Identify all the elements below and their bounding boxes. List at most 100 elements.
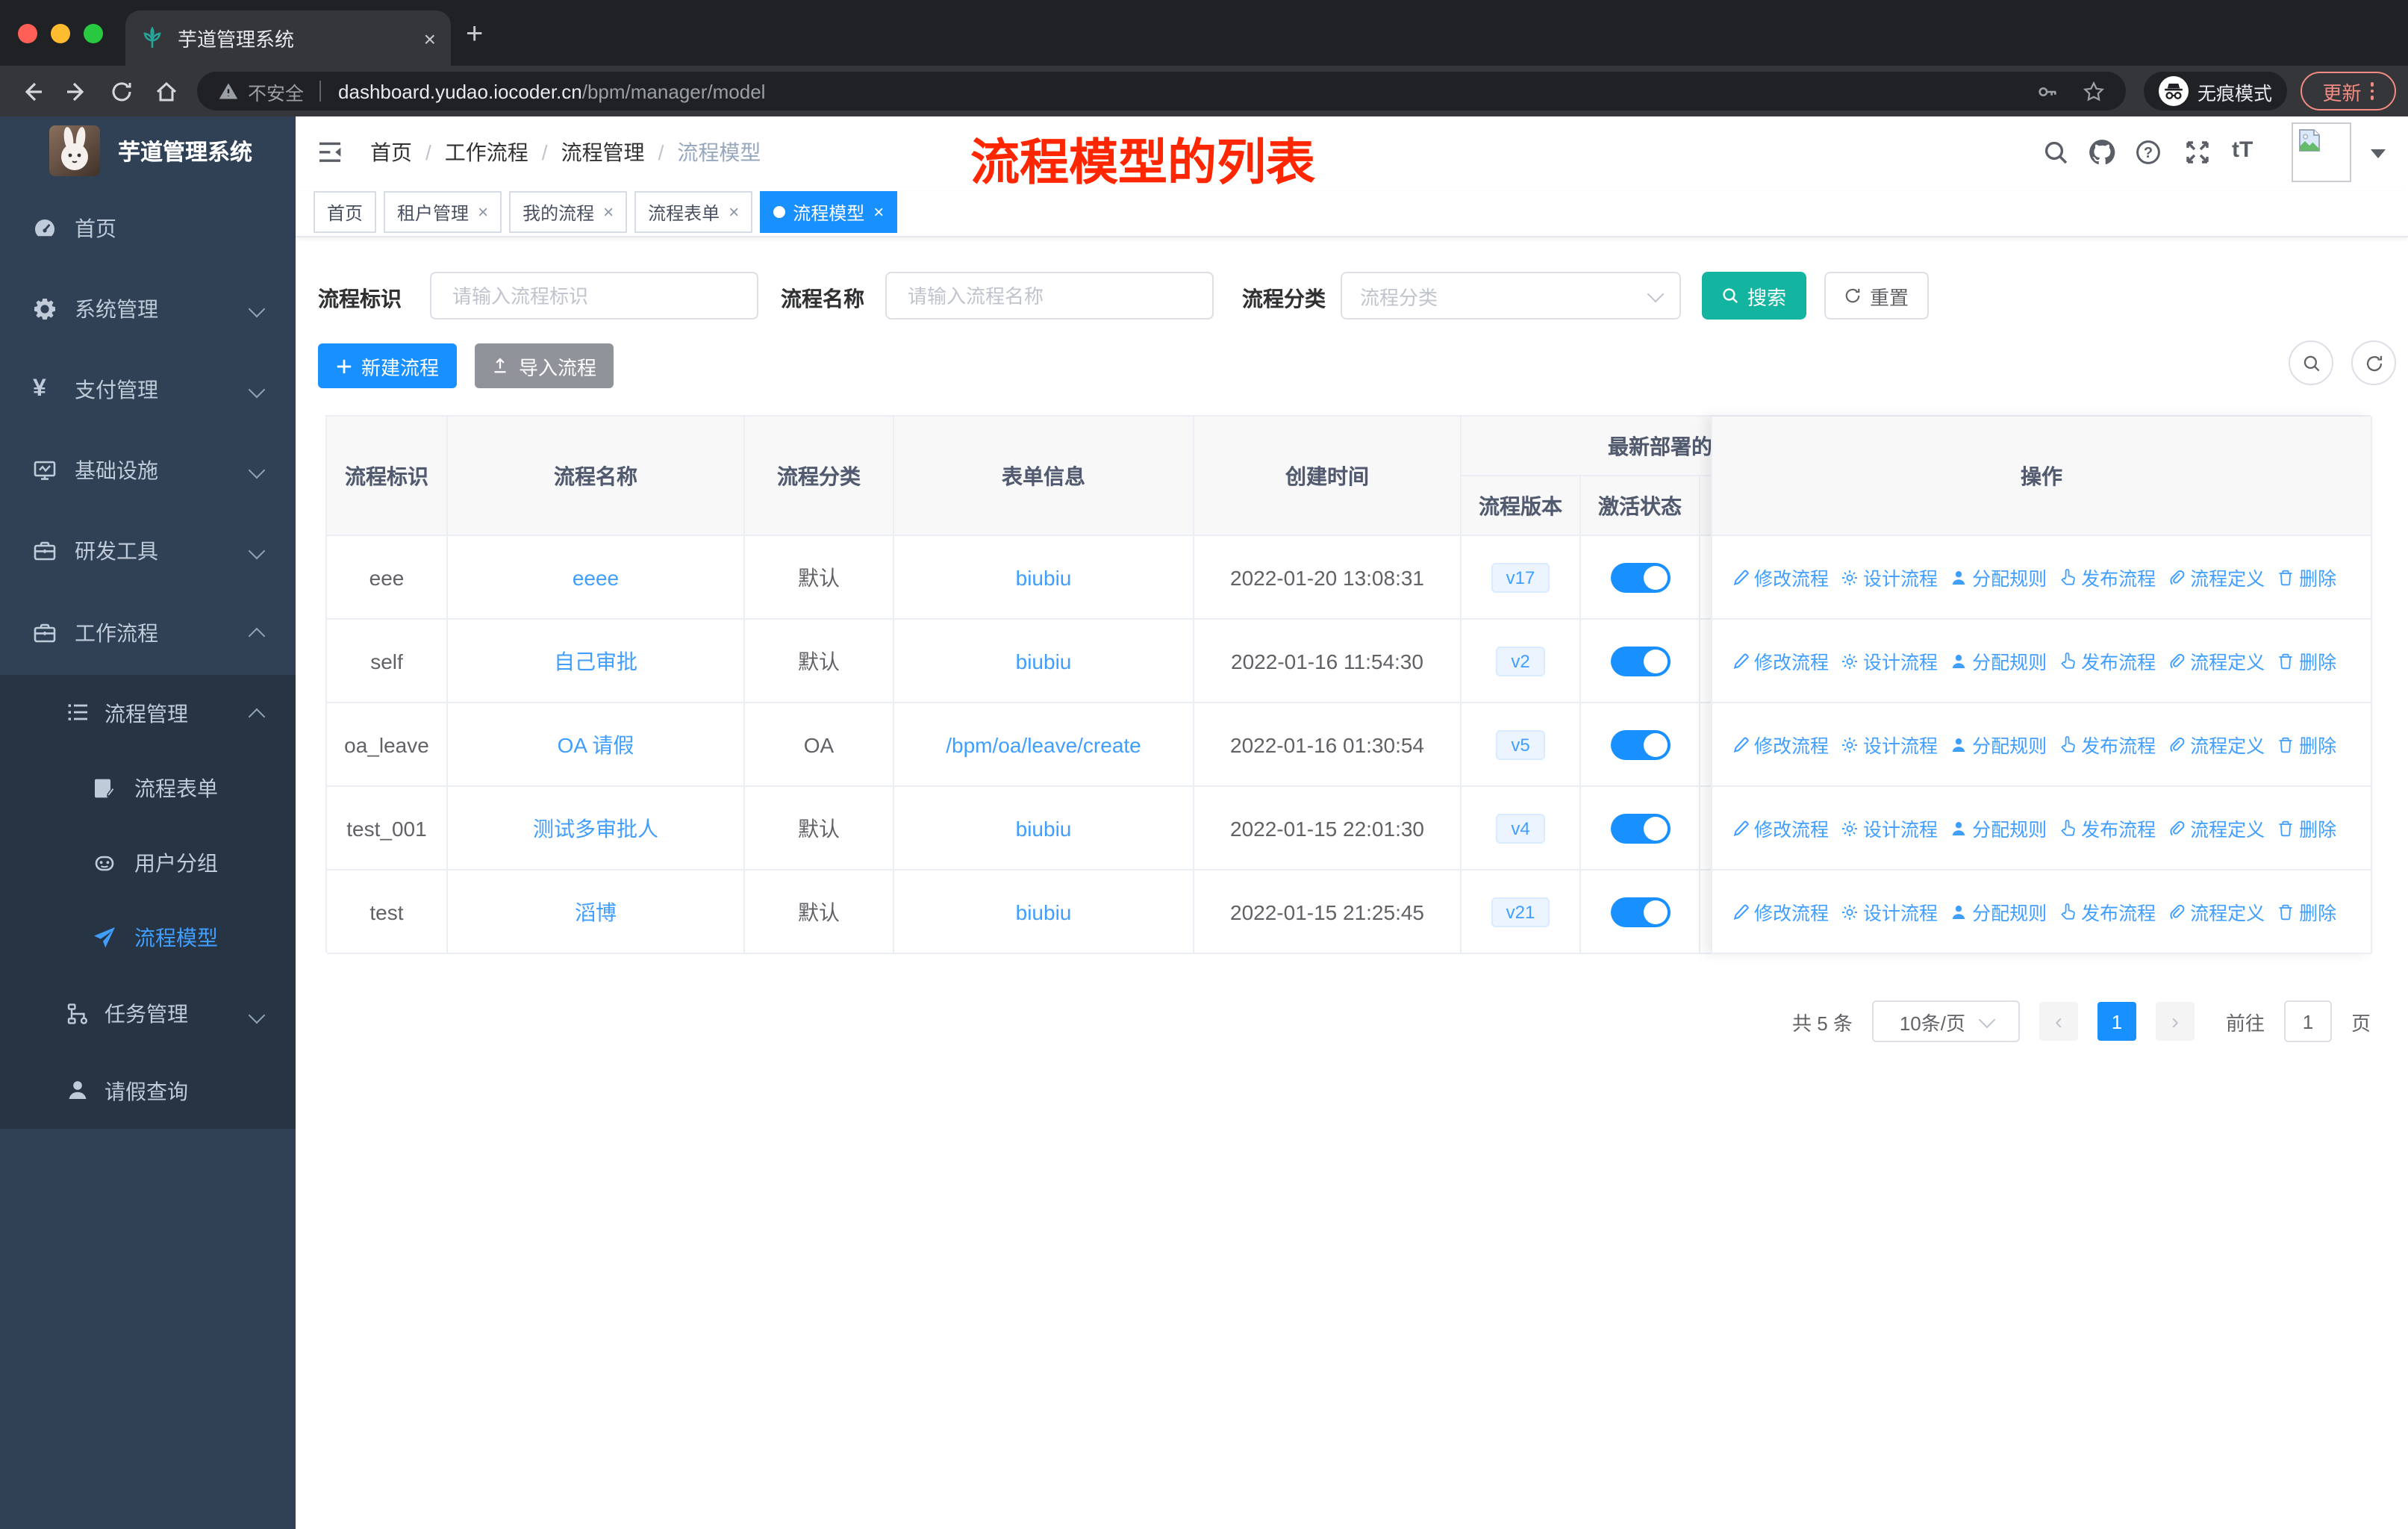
browser-tab[interactable]: 芋道管理系统 ×	[125, 10, 451, 66]
update-button[interactable]: 更新	[2301, 72, 2396, 110]
tag-tenant[interactable]: 租户管理 ×	[384, 191, 502, 233]
window-minimize-button[interactable]	[51, 24, 70, 43]
edit-action[interactable]: 修改流程	[1732, 730, 1829, 759]
sidebar-item-home[interactable]: 首页	[0, 188, 296, 269]
active-toggle[interactable]	[1610, 646, 1670, 676]
trash-action[interactable]: 删除	[2277, 814, 2336, 842]
gear-action[interactable]: 设计流程	[1841, 897, 1938, 926]
sidebar-item-process-form[interactable]: 流程表单	[0, 751, 296, 826]
gear-action[interactable]: 设计流程	[1841, 814, 1938, 842]
bookmark-star-icon[interactable]	[2083, 80, 2105, 102]
tag-close-icon[interactable]: ×	[873, 202, 884, 222]
browser-menu-icon[interactable]	[2370, 82, 2374, 100]
window-zoom-button[interactable]	[84, 24, 103, 43]
form-info-link[interactable]: biubiu	[1016, 649, 1072, 673]
breadcrumb-process-management[interactable]: 流程管理	[561, 137, 645, 167]
window-close-button[interactable]	[18, 24, 37, 43]
sidebar-item-workflow[interactable]: 工作流程	[0, 591, 296, 675]
link-action[interactable]: 流程定义	[2168, 647, 2265, 675]
sidebar-item-process-model[interactable]: 流程模型	[0, 900, 296, 975]
sidebar-item-leave-query[interactable]: 请假查询	[0, 1053, 296, 1129]
logo-row[interactable]: 芋道管理系统	[0, 116, 296, 188]
publish-action[interactable]: 发布流程	[2059, 814, 2156, 842]
publish-action[interactable]: 发布流程	[2059, 647, 2156, 675]
link-action[interactable]: 流程定义	[2168, 814, 2265, 842]
process-name-link[interactable]: 滔博	[575, 897, 617, 927]
user-action[interactable]: 分配规则	[1950, 897, 2047, 926]
process-name-link[interactable]: 测试多审批人	[533, 813, 658, 843]
tag-close-icon[interactable]: ×	[478, 202, 488, 222]
sidebar-item-user-group[interactable]: 用户分组	[0, 826, 296, 900]
tag-process-model[interactable]: 流程模型 ×	[760, 191, 898, 233]
create-process-button[interactable]: 新建流程	[318, 343, 457, 388]
fullscreen-icon[interactable]	[2184, 139, 2211, 166]
trash-action[interactable]: 删除	[2277, 563, 2336, 591]
user-action[interactable]: 分配规则	[1950, 814, 2047, 842]
sidebar-fold-icon[interactable]	[316, 139, 343, 166]
trash-action[interactable]: 删除	[2277, 647, 2336, 675]
edit-action[interactable]: 修改流程	[1732, 897, 1829, 926]
form-info-link[interactable]: biubiu	[1016, 900, 1072, 924]
security-label[interactable]: 不安全	[248, 77, 304, 105]
form-info-link[interactable]: biubiu	[1016, 565, 1072, 589]
font-size-icon[interactable]: tT	[2232, 137, 2253, 163]
back-icon[interactable]	[19, 78, 45, 104]
breadcrumb-workflow[interactable]: 工作流程	[445, 137, 528, 167]
show-search-button[interactable]	[2289, 340, 2333, 385]
user-action[interactable]: 分配规则	[1950, 647, 2047, 675]
active-toggle[interactable]	[1610, 897, 1670, 927]
sidebar-item-process-management[interactable]: 流程管理	[0, 675, 296, 751]
link-action[interactable]: 流程定义	[2168, 563, 2265, 591]
new-tab-button[interactable]: +	[466, 18, 483, 52]
key-icon[interactable]	[2036, 80, 2059, 102]
page-1-button[interactable]: 1	[2097, 1002, 2136, 1041]
github-icon[interactable]	[2089, 139, 2115, 166]
gear-action[interactable]: 设计流程	[1841, 730, 1938, 759]
update-label[interactable]: 更新	[2322, 77, 2361, 105]
edit-action[interactable]: 修改流程	[1732, 814, 1829, 842]
user-action[interactable]: 分配规则	[1950, 563, 2047, 591]
help-icon[interactable]: ?	[2135, 139, 2162, 166]
process-name-link[interactable]: OA 请假	[558, 729, 634, 759]
form-info-link[interactable]: /bpm/oa/leave/create	[946, 732, 1141, 756]
avatar-caret-icon[interactable]	[2371, 149, 2386, 158]
tag-process-form[interactable]: 流程表单 ×	[634, 191, 753, 233]
refresh-button[interactable]	[2351, 340, 2396, 385]
reload-icon[interactable]	[109, 78, 134, 104]
publish-action[interactable]: 发布流程	[2059, 730, 2156, 759]
next-page-button[interactable]: ›	[2155, 1002, 2195, 1041]
category-select[interactable]: 流程分类	[1341, 272, 1681, 320]
process-id-input[interactable]	[449, 283, 739, 308]
form-info-link[interactable]: biubiu	[1016, 816, 1072, 840]
edit-action[interactable]: 修改流程	[1732, 563, 1829, 591]
avatar[interactable]	[2292, 122, 2351, 182]
active-toggle[interactable]	[1610, 729, 1670, 759]
page-size-select[interactable]: 10条/页	[1871, 1000, 2020, 1042]
breadcrumb-home[interactable]: 首页	[370, 137, 412, 167]
tag-close-icon[interactable]: ×	[603, 202, 614, 222]
import-process-button[interactable]: 导入流程	[475, 343, 614, 388]
reset-button[interactable]: 重置	[1824, 272, 1929, 320]
active-toggle[interactable]	[1610, 813, 1670, 843]
sidebar-item-system[interactable]: 系统管理	[0, 269, 296, 349]
tab-close-icon[interactable]: ×	[424, 28, 436, 49]
trash-action[interactable]: 删除	[2277, 730, 2336, 759]
sidebar-item-infrastructure[interactable]: 基础设施	[0, 430, 296, 511]
link-action[interactable]: 流程定义	[2168, 730, 2265, 759]
search-icon[interactable]	[2042, 139, 2069, 166]
tag-my-process[interactable]: 我的流程 ×	[509, 191, 628, 233]
tag-home[interactable]: 首页	[314, 191, 377, 233]
process-name-link[interactable]: 自己审批	[554, 646, 637, 676]
goto-page-input[interactable]	[2283, 1000, 2332, 1042]
publish-action[interactable]: 发布流程	[2059, 563, 2156, 591]
sidebar-item-dev-tools[interactable]: 研发工具	[0, 511, 296, 591]
edit-action[interactable]: 修改流程	[1732, 647, 1829, 675]
tag-close-icon[interactable]: ×	[729, 202, 739, 222]
sidebar-item-task-management[interactable]: 任务管理	[0, 975, 296, 1053]
link-action[interactable]: 流程定义	[2168, 897, 2265, 926]
forward-icon[interactable]	[64, 78, 90, 104]
trash-action[interactable]: 删除	[2277, 897, 2336, 926]
publish-action[interactable]: 发布流程	[2059, 897, 2156, 926]
sidebar-item-payment[interactable]: ¥ 支付管理	[0, 349, 296, 430]
search-button[interactable]: 搜索	[1702, 272, 1806, 320]
